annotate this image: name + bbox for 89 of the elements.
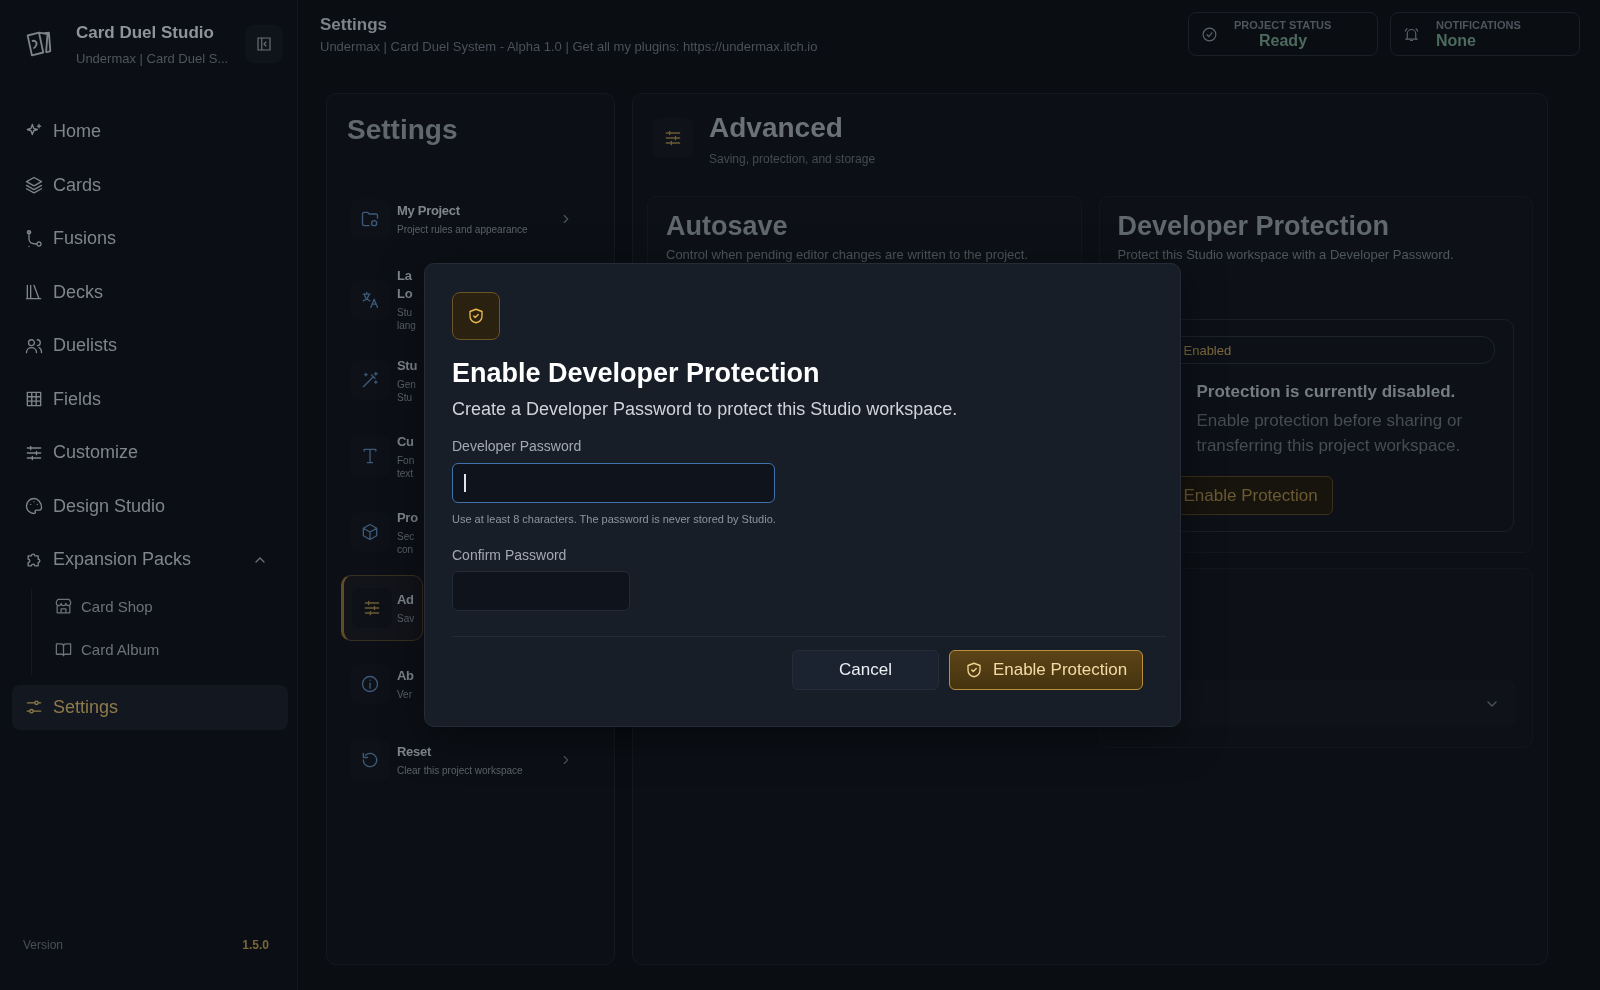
bell-icon: [1403, 25, 1420, 43]
reset-icon: [360, 750, 380, 770]
card-title: Developer Protection: [1117, 211, 1391, 242]
layers-icon: [24, 175, 44, 195]
card-description: Protect this Studio workspace with a Developer Password.: [1117, 247, 1455, 262]
settings-title: Settings: [347, 114, 459, 146]
nav-item-description: Sav: [397, 612, 415, 625]
card-description: Control when pending editor changes are written to the project.: [666, 247, 1030, 262]
nav-item-description: Clear this project workspace: [397, 764, 523, 777]
settings-nav-item[interactable]: Pro Sec con: [341, 499, 423, 565]
status-label: PROJECT STATUS: [1234, 18, 1332, 31]
settings-nav-item[interactable]: La Lo Stu lang: [341, 262, 423, 337]
dialog-description: Create a Developer Password to protect this Studio workspace.: [452, 399, 958, 420]
field-hint: Use at least 8 characters. The password is never stored by Studio.: [452, 513, 776, 525]
settings-nav-item[interactable]: My Project Project rules and appearance: [341, 186, 600, 252]
nav-item-description: lang: [397, 319, 416, 332]
books-icon: [24, 282, 44, 302]
field-label: Confirm Password: [452, 547, 568, 563]
store-icon: [54, 597, 73, 616]
wand-icon: [360, 370, 380, 390]
nav-item-title: Cu: [397, 432, 414, 451]
sidebar-item[interactable]: Design Studio: [12, 483, 288, 529]
status-value: Ready: [1259, 31, 1309, 50]
sidebar-toggle-icon: [255, 35, 273, 53]
sidebar-item[interactable]: Fields: [12, 376, 288, 422]
status-label: NOTIFICATIONS: [1436, 18, 1521, 31]
folder-icon: [360, 209, 380, 229]
box-icon: [360, 522, 380, 542]
nav-item-description: Gen: [397, 377, 416, 391]
cancel-button[interactable]: Cancel: [792, 650, 939, 690]
sidebar-item[interactable]: Home: [12, 109, 288, 154]
nav-item-title: La: [397, 267, 412, 285]
nav-item-title: Ad: [397, 591, 414, 609]
app-name: Card Duel Studio: [76, 22, 215, 43]
palette-icon: [24, 496, 44, 516]
sliders-icon: [663, 128, 683, 148]
sidebar-item[interactable]: Duelists: [12, 323, 288, 368]
translate-icon: [360, 289, 380, 310]
book-icon: [54, 640, 73, 659]
nav-item-description: Stu: [397, 306, 412, 319]
sidebar-item[interactable]: Decks: [12, 269, 288, 315]
version-number: 1.5.0: [242, 938, 269, 952]
nav-item-description: Stu: [397, 390, 412, 404]
page-subtitle: Undermax | Card Duel System - Alpha 1.0 | Get all my plugins: https://undermax.itch.io: [320, 38, 818, 54]
settings-nav-item[interactable]: Ad Sav: [341, 575, 423, 641]
sidebar-item[interactable]: Cards: [12, 162, 288, 208]
info-icon: [360, 674, 380, 694]
collapse-sidebar-button[interactable]: [245, 25, 283, 63]
settings-nav-item[interactable]: Ab Ver: [341, 651, 423, 717]
nav-item-description: Fon: [397, 453, 415, 467]
status-value: None: [1436, 31, 1477, 50]
settings-nav-item[interactable]: Reset Clear this project workspace: [341, 727, 600, 793]
section-subtitle: Saving, protection, and storage: [709, 152, 876, 166]
protection-text: Enable protection before sharing or transferring this project workspace.: [1196, 410, 1464, 457]
password-field[interactable]: [452, 463, 775, 503]
shield-check-icon: [964, 661, 983, 679]
app-subtitle: Undermax | Card Duel S...: [76, 50, 230, 66]
settings-nav-item[interactable]: Stu Gen Stu: [341, 347, 423, 413]
settings-nav-item[interactable]: Cu Fon text: [341, 423, 423, 489]
version-label: Version: [23, 938, 64, 952]
protection-heading: Protection is currently disabled.: [1196, 382, 1457, 402]
nav-item-title: Stu: [397, 356, 418, 375]
nav-item-description: Ver: [397, 688, 412, 701]
shield-check-icon: [467, 307, 485, 325]
sidebar-subitem[interactable]: Card Album: [54, 631, 288, 668]
nav-item-title: Lo: [397, 285, 413, 303]
branch-icon: [24, 228, 44, 249]
nav-item-description: text: [397, 466, 414, 480]
page-title: Settings: [320, 14, 389, 35]
enable-protection-button[interactable]: Enable Protection: [949, 650, 1143, 690]
nav-item-title: Pro: [397, 508, 418, 527]
nav-item-description: Project rules and appearance: [397, 223, 528, 236]
sidebar-item[interactable]: Customize: [12, 430, 288, 475]
nav-item-description: Sec: [397, 529, 415, 543]
grid-icon: [24, 389, 44, 409]
nav-item-description: con: [397, 542, 414, 556]
sliders-icon: [362, 598, 382, 618]
sidebar-item[interactable]: Fusions: [12, 216, 288, 261]
field-label: Developer Password: [452, 438, 583, 454]
sidebar-item[interactable]: Settings: [12, 684, 288, 730]
nav-item-title: Ab: [397, 667, 414, 685]
nav-item-title: My Project: [397, 202, 460, 220]
nav-item-title: Reset: [397, 743, 431, 761]
section-title: Advanced: [709, 112, 844, 144]
password-field[interactable]: [452, 571, 630, 611]
sidebar-subitem[interactable]: Card Shop: [54, 588, 288, 625]
sidebar-item[interactable]: Expansion Packs: [12, 537, 288, 582]
card-title: Autosave: [666, 211, 789, 242]
dialog-title: Enable Developer Protection: [452, 357, 820, 390]
